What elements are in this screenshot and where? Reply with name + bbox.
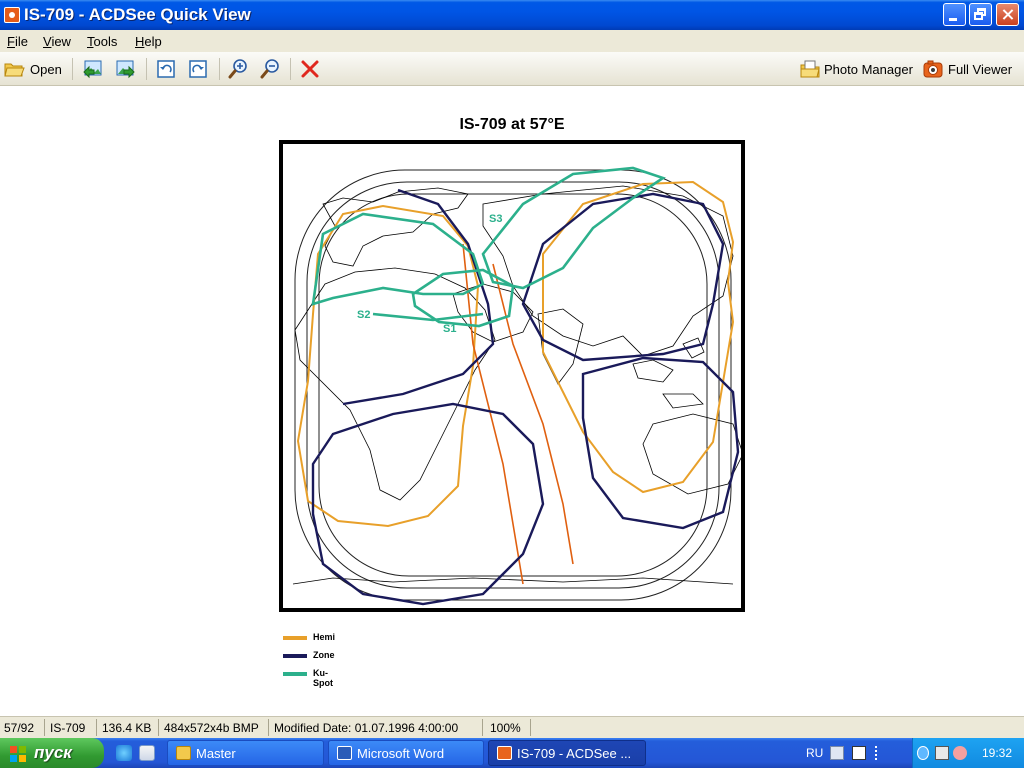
status-bar: 57/92 IS-709 136.4 KB 484x572x4b BMP Mod… — [0, 716, 1024, 738]
full-viewer-label: Full Viewer — [948, 61, 1013, 77]
next-image-button[interactable] — [114, 56, 136, 82]
start-button[interactable]: пуск — [0, 738, 104, 768]
legend-swatch-hemi — [283, 636, 307, 640]
menu-bar: File View Tools Help — [0, 30, 1024, 52]
spot-label-s1: S1 — [443, 323, 456, 335]
toolbar-separator — [72, 58, 73, 80]
status-divider — [44, 719, 45, 736]
image-title: IS-709 at 57°E — [459, 116, 565, 133]
toolbar-separator — [146, 58, 147, 80]
status-zoom: 100% — [490, 721, 521, 735]
menu-file[interactable]: File — [7, 34, 28, 49]
coverage-map: S3 S2 S1 — [279, 140, 745, 612]
zoom-in-button[interactable] — [227, 56, 249, 82]
acdsee-icon — [497, 746, 512, 760]
status-filesize: 136.4 KB — [102, 721, 152, 735]
close-button[interactable] — [996, 3, 1019, 26]
rotate-left-icon — [157, 60, 175, 78]
menu-view[interactable]: View — [43, 34, 71, 49]
task-microsoft-word[interactable]: Microsoft Word — [328, 740, 484, 766]
window-title: IS-709 - ACDSee Quick View — [24, 5, 251, 24]
toolbar: Open Photo Manager Full Viewer — [0, 52, 1024, 86]
next-image-icon — [116, 60, 135, 79]
full-viewer-button[interactable]: Full Viewer — [922, 56, 1012, 82]
system-tray: 19:32 — [912, 738, 1024, 768]
task-master[interactable]: Master — [167, 740, 324, 766]
expand-tray-icon[interactable] — [917, 746, 929, 760]
acdsee-app-icon[interactable] — [4, 7, 20, 23]
task-microsoft-word-label: Microsoft Word — [357, 746, 445, 761]
task-acdsee[interactable]: IS-709 - ACDSee ... — [488, 740, 646, 766]
spot-label-s3: S3 — [489, 213, 502, 225]
zoom-out-icon — [260, 59, 279, 79]
legend-swatch-zone — [283, 654, 307, 658]
hemi-inner — [462, 243, 574, 585]
open-button[interactable]: Open — [4, 56, 62, 82]
legend-swatch-ku-spot — [283, 672, 307, 676]
windows-logo-icon — [10, 746, 26, 762]
toolbar-separator — [290, 58, 291, 80]
status-divider — [268, 719, 269, 736]
volume-icon[interactable] — [953, 746, 967, 760]
status-position: 57/92 — [4, 721, 35, 735]
photo-manager-label: Photo Manager — [824, 61, 913, 77]
previous-image-icon — [83, 60, 102, 79]
photo-manager-icon — [800, 60, 820, 78]
toolbar-separator — [219, 58, 220, 80]
start-label: пуск — [34, 743, 72, 762]
task-master-label: Master — [196, 746, 236, 761]
status-divider — [482, 719, 483, 736]
status-modified-date: Modified Date: 01.07.1996 4:00:00 — [274, 721, 459, 735]
photo-manager-button[interactable]: Photo Manager — [799, 56, 913, 82]
keyboard-icon[interactable] — [830, 746, 844, 760]
status-divider — [96, 719, 97, 736]
menu-help[interactable]: Help — [135, 34, 162, 49]
delete-button[interactable] — [299, 56, 321, 82]
legend-label-hemi: Hemi — [313, 632, 336, 642]
coverage-map-drawing: S3 S2 S1 — [292, 166, 741, 606]
open-button-label: Open — [30, 61, 62, 77]
zone-beams — [311, 188, 740, 606]
spot-label-s2: S2 — [357, 309, 370, 321]
delete-icon — [301, 60, 319, 78]
antivirus-icon[interactable] — [935, 746, 949, 760]
open-folder-icon — [4, 63, 25, 77]
status-divider — [530, 719, 531, 736]
zoom-in-icon — [228, 59, 247, 79]
legend-label-ku-spot: Ku-Spot — [313, 668, 333, 688]
full-viewer-icon — [923, 60, 943, 78]
rotate-right-button[interactable] — [187, 56, 209, 82]
internet-explorer-icon[interactable] — [116, 745, 132, 761]
show-desktop-icon[interactable] — [139, 745, 155, 761]
earth-limit-ring — [294, 169, 732, 601]
title-bar[interactable]: IS-709 - ACDSee Quick View — [0, 0, 1024, 30]
clock[interactable]: 19:32 — [982, 746, 1012, 760]
task-acdsee-label: IS-709 - ACDSee ... — [517, 746, 632, 761]
tray-grip-icon — [875, 746, 887, 760]
status-dimensions: 484x572x4b BMP — [164, 721, 259, 735]
rotate-right-icon — [189, 60, 207, 78]
continent-outlines — [292, 185, 741, 585]
help-icon[interactable] — [852, 746, 866, 760]
minimize-button[interactable] — [943, 3, 966, 26]
zoom-out-button[interactable] — [259, 56, 281, 82]
rotate-left-button[interactable] — [155, 56, 177, 82]
word-icon — [337, 746, 352, 760]
language-indicator[interactable]: RU — [806, 746, 823, 760]
status-filename: IS-709 — [50, 721, 86, 735]
previous-image-button[interactable] — [82, 56, 104, 82]
menu-tools[interactable]: Tools — [87, 34, 117, 49]
earth-limit-ring — [318, 193, 708, 577]
image-view-area[interactable]: IS-709 at 57°E S3 S2 S1 Hemi Zone Ku-Spo… — [0, 86, 1024, 716]
taskbar: пуск Master Microsoft Word IS-709 - ACDS… — [0, 738, 1024, 768]
legend-label-zone: Zone — [313, 650, 335, 660]
status-divider — [158, 719, 159, 736]
folder-icon — [176, 746, 191, 760]
restore-button[interactable] — [969, 3, 992, 26]
